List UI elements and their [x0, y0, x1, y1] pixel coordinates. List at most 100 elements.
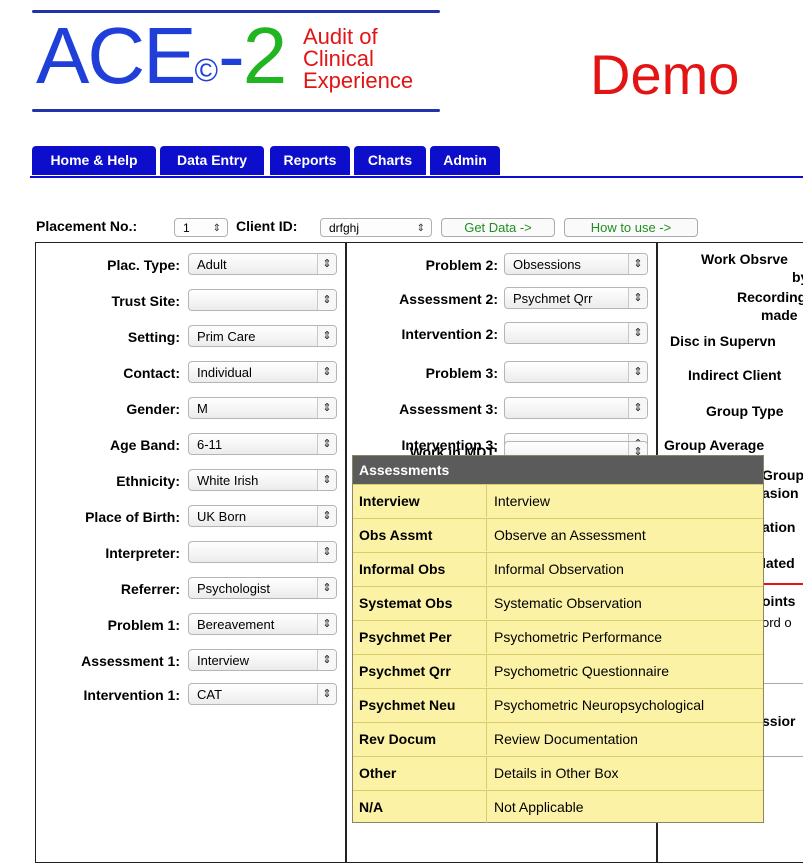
field-label: Contact:: [123, 365, 180, 381]
popup-row[interactable]: Obs Assmt Observe an Assessment: [353, 518, 763, 551]
problem-1-select[interactable]: Bereavement ⇕: [188, 613, 337, 635]
field-label: Trust Site:: [111, 293, 180, 309]
problem-3-select[interactable]: ⇕: [504, 361, 648, 383]
popup-row[interactable]: Systemat Obs Systematic Observation: [353, 586, 763, 619]
popup-row[interactable]: Rev Docum Review Documentation: [353, 722, 763, 755]
right-label: asion: [762, 485, 799, 501]
setting-select[interactable]: Prim Care ⇕: [188, 325, 337, 347]
popup-desc: Informal Observation: [494, 561, 624, 577]
field-label: Place of Birth:: [85, 509, 180, 525]
select-value: Psychologist: [197, 581, 270, 596]
logo-tagline-line: Clinical: [303, 46, 374, 71]
popup-divider: [486, 655, 487, 687]
updown-icon: ⇕: [212, 223, 221, 234]
popup-divider: [486, 689, 487, 721]
field-label: Interpreter:: [105, 545, 180, 561]
popup-desc: Interview: [494, 493, 551, 509]
popup-desc: Details in Other Box: [494, 765, 619, 781]
select-value: UK Born: [197, 509, 247, 524]
right-label: Group: [762, 467, 803, 483]
popup-divider: [486, 485, 487, 517]
logo: ACE©-2: [36, 6, 287, 106]
get-data-button[interactable]: Get Data ->: [441, 218, 555, 237]
tab-data-entry[interactable]: Data Entry: [160, 146, 264, 175]
client-id-select[interactable]: drfghj ⇕: [320, 218, 432, 237]
right-label: made: [761, 307, 798, 323]
tab-charts[interactable]: Charts: [354, 146, 426, 175]
updown-icon: ⇕: [317, 542, 336, 562]
popup-code: Obs Assmt: [359, 527, 433, 543]
field-label: Age Band:: [110, 437, 180, 453]
ethnicity-select[interactable]: White Irish ⇕: [188, 469, 337, 491]
client-id-value: drfghj: [329, 221, 360, 235]
popup-divider: [486, 519, 487, 551]
popup-desc: Review Documentation: [494, 731, 638, 747]
select-value: Bereavement: [197, 617, 275, 632]
select-value: 6-11: [197, 437, 223, 452]
logo-tagline-line: Audit of: [303, 24, 378, 49]
updown-icon: ⇕: [317, 254, 336, 274]
red-divider: [762, 583, 803, 585]
plac-type-select[interactable]: Adult ⇕: [188, 253, 337, 275]
how-to-use-button[interactable]: How to use ->: [564, 218, 698, 237]
popup-row[interactable]: Informal Obs Informal Observation: [353, 552, 763, 585]
select-value: Psychmet Qrr: [513, 291, 593, 306]
popup-desc: Observe an Assessment: [494, 527, 646, 543]
field-label: Gender:: [126, 401, 180, 417]
referrer-select[interactable]: Psychologist ⇕: [188, 577, 337, 599]
interpreter-select[interactable]: ⇕: [188, 541, 337, 563]
popup-row[interactable]: Psychmet Neu Psychometric Neuropsychologi…: [353, 688, 763, 721]
trust-site-select[interactable]: ⇕: [188, 289, 337, 311]
popup-code: Psychmet Neu: [359, 697, 456, 713]
updown-icon: ⇕: [628, 254, 647, 274]
popup-desc: Systematic Observation: [494, 595, 642, 611]
place-of-birth-select[interactable]: UK Born ⇕: [188, 505, 337, 527]
popup-row[interactable]: Interview Interview: [353, 484, 763, 517]
popup-code: Informal Obs: [359, 561, 446, 577]
intervention-2-select[interactable]: ⇕: [504, 322, 648, 344]
popup-row[interactable]: Psychmet Qrr Psychometric Questionnaire: [353, 654, 763, 687]
field-label: Intervention 1:: [83, 687, 180, 703]
assessment-1-select[interactable]: Interview ⇕: [188, 649, 337, 671]
placement-select[interactable]: 1 ⇕: [174, 218, 228, 237]
popup-code: Psychmet Per: [359, 629, 452, 645]
popup-divider: [486, 723, 487, 755]
assessment-3-select[interactable]: ⇕: [504, 397, 648, 419]
right-label: lated: [762, 555, 795, 571]
placement-value: 1: [183, 221, 190, 235]
tab-reports[interactable]: Reports: [270, 146, 350, 175]
field-label: Assessment 1:: [81, 653, 180, 669]
updown-icon: ⇕: [317, 362, 336, 382]
popup-desc: Not Applicable: [494, 799, 584, 815]
problem-2-select[interactable]: Obsessions ⇕: [504, 253, 648, 275]
popup-row[interactable]: N/A Not Applicable: [353, 790, 763, 823]
gender-select[interactable]: M ⇕: [188, 397, 337, 419]
right-label: by: [792, 269, 803, 285]
right-label: Recordings: [737, 289, 803, 305]
popup-desc: Psychometric Performance: [494, 629, 663, 645]
field-label: Problem 2:: [425, 257, 498, 273]
tab-home-help[interactable]: Home & Help: [32, 146, 156, 175]
logo-main: ACE: [36, 11, 196, 100]
field-label: Problem 1:: [107, 617, 180, 633]
right-label: Group Type: [706, 403, 784, 419]
select-value: M: [197, 401, 208, 416]
popup-code: Interview: [359, 493, 420, 509]
field-label: Intervention 2:: [401, 326, 498, 342]
age-band-select[interactable]: 6-11 ⇕: [188, 433, 337, 455]
updown-icon: ⇕: [317, 578, 336, 598]
contact-select[interactable]: Individual ⇕: [188, 361, 337, 383]
field-label: Referrer:: [120, 581, 180, 597]
right-label: Disc in Supervn: [670, 333, 776, 349]
right-label: oints: [762, 593, 796, 609]
popup-row[interactable]: Psychmet Per Psychometric Performance: [353, 620, 763, 653]
updown-icon: ⇕: [317, 684, 336, 704]
popup-desc: Psychometric Questionnaire: [494, 663, 670, 679]
tab-admin[interactable]: Admin: [430, 146, 500, 175]
assessment-2-select[interactable]: Psychmet Qrr ⇕: [504, 287, 648, 309]
client-id-label: Client ID:: [236, 218, 298, 234]
intervention-1-select[interactable]: CAT ⇕: [188, 683, 337, 705]
field-label: Assessment 2:: [399, 291, 498, 307]
popup-row[interactable]: Other Details in Other Box: [353, 756, 763, 789]
updown-icon: ⇕: [317, 650, 336, 670]
